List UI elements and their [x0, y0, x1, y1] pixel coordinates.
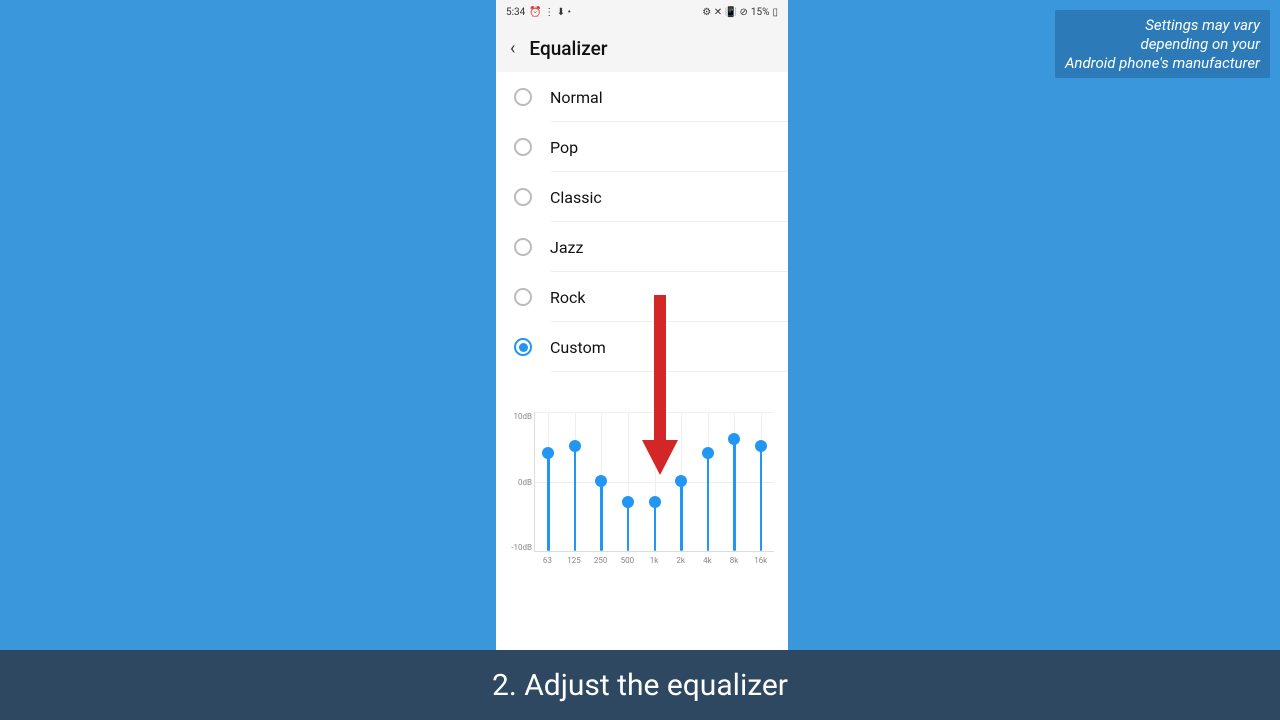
- eq-slider-63[interactable]: [547, 453, 549, 551]
- eq-knob-icon[interactable]: [675, 475, 687, 487]
- x-tick: 8k: [721, 556, 748, 565]
- x-tick: 1k: [641, 556, 668, 565]
- eq-knob-icon[interactable]: [649, 496, 661, 508]
- preset-item-jazz[interactable]: Jazz: [496, 222, 788, 272]
- phone-frame: 5:34 ⏰ ⋮ ⬇ • ⚙ ✕ 📳 ⊘ 15% ▯ ‹ Equalizer N…: [496, 0, 788, 655]
- battery-icon: ▯: [772, 7, 778, 18]
- disclaimer-note: Settings may vary depending on your Andr…: [1055, 10, 1270, 78]
- status-battery: 15%: [751, 7, 770, 18]
- preset-label: Jazz: [550, 238, 583, 257]
- caption-bar: 2. Adjust the equalizer: [0, 650, 1280, 720]
- preset-list: Normal Pop Classic Jazz Rock Custom: [496, 72, 788, 372]
- preset-label: Pop: [550, 138, 578, 157]
- eq-knob-icon[interactable]: [728, 433, 740, 445]
- page-header: ‹ Equalizer: [496, 24, 788, 72]
- radio-icon[interactable]: [514, 138, 532, 156]
- equalizer-chart[interactable]: 10dB 0dB -10dB 631252505001k2k4k8k16k: [534, 412, 774, 572]
- preset-label: Custom: [550, 338, 606, 357]
- eq-slider-250[interactable]: [600, 481, 602, 551]
- y-axis: 10dB 0dB -10dB: [506, 412, 532, 552]
- status-time: 5:34: [506, 7, 525, 18]
- preset-label: Normal: [550, 88, 603, 107]
- x-tick: 500: [614, 556, 641, 565]
- chart-area: [534, 412, 774, 552]
- x-tick: 63: [534, 556, 561, 565]
- status-bar: 5:34 ⏰ ⋮ ⬇ • ⚙ ✕ 📳 ⊘ 15% ▯: [496, 0, 788, 24]
- eq-knob-icon[interactable]: [569, 440, 581, 452]
- preset-label: Classic: [550, 188, 602, 207]
- eq-slider-4k[interactable]: [707, 453, 709, 551]
- radio-icon[interactable]: [514, 338, 532, 356]
- preset-label: Rock: [550, 288, 585, 307]
- eq-knob-icon[interactable]: [542, 447, 554, 459]
- preset-item-normal[interactable]: Normal: [496, 72, 788, 122]
- eq-slider-125[interactable]: [574, 446, 576, 551]
- preset-item-custom[interactable]: Custom: [496, 322, 788, 372]
- caption-text: 2. Adjust the equalizer: [492, 668, 788, 703]
- y-tick-bottom: -10dB: [506, 543, 532, 552]
- eq-knob-icon[interactable]: [595, 475, 607, 487]
- x-tick: 2k: [667, 556, 694, 565]
- eq-slider-2k[interactable]: [680, 481, 682, 551]
- back-icon[interactable]: ‹: [510, 38, 515, 59]
- eq-knob-icon[interactable]: [755, 440, 767, 452]
- note-line: Settings may vary: [1065, 16, 1260, 35]
- preset-item-pop[interactable]: Pop: [496, 122, 788, 172]
- eq-slider-1k[interactable]: [654, 502, 656, 551]
- y-tick-top: 10dB: [506, 412, 532, 421]
- radio-icon[interactable]: [514, 88, 532, 106]
- status-right: ⚙ ✕ 📳 ⊘ 15% ▯: [702, 7, 778, 18]
- status-right-icons: ⚙ ✕ 📳 ⊘: [702, 7, 748, 18]
- x-tick: 250: [587, 556, 614, 565]
- status-left-icons: ⏰ ⋮ ⬇ •: [529, 7, 571, 18]
- eq-slider-16k[interactable]: [760, 446, 762, 551]
- y-tick-mid: 0dB: [506, 478, 532, 487]
- preset-item-rock[interactable]: Rock: [496, 272, 788, 322]
- eq-slider-500[interactable]: [627, 502, 629, 551]
- x-axis: 631252505001k2k4k8k16k: [534, 556, 774, 565]
- eq-knob-icon[interactable]: [622, 496, 634, 508]
- status-left: 5:34 ⏰ ⋮ ⬇ •: [506, 7, 571, 18]
- equalizer-panel: 10dB 0dB -10dB 631252505001k2k4k8k16k: [496, 372, 788, 582]
- x-tick: 4k: [694, 556, 721, 565]
- eq-knob-icon[interactable]: [702, 447, 714, 459]
- radio-icon[interactable]: [514, 238, 532, 256]
- radio-icon[interactable]: [514, 288, 532, 306]
- preset-item-classic[interactable]: Classic: [496, 172, 788, 222]
- eq-slider-8k[interactable]: [733, 439, 735, 551]
- radio-icon[interactable]: [514, 188, 532, 206]
- note-line: depending on your: [1065, 35, 1260, 54]
- page-title: Equalizer: [529, 37, 607, 60]
- note-line: Android phone's manufacturer: [1065, 54, 1260, 73]
- x-tick: 125: [561, 556, 588, 565]
- x-tick: 16k: [747, 556, 774, 565]
